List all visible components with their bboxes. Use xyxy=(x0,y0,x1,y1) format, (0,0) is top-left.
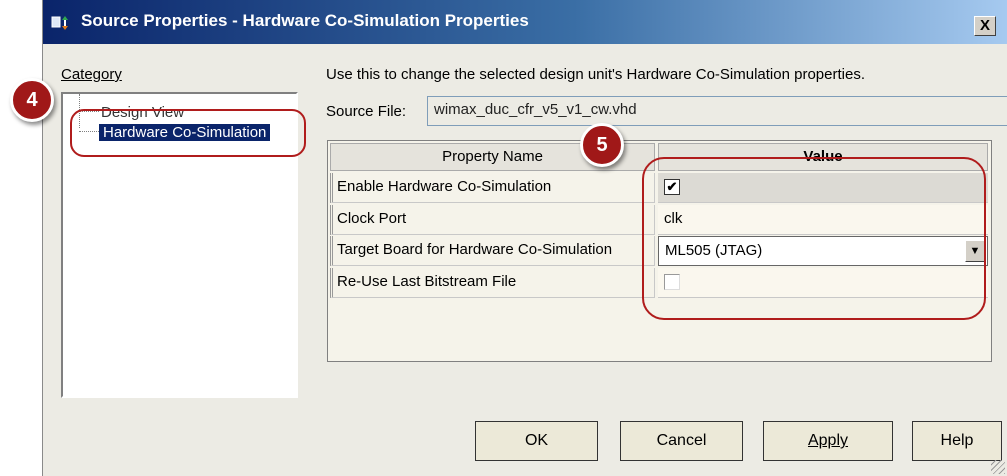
callout-highlight-category xyxy=(70,109,306,157)
title-bar[interactable]: Source Properties - Hardware Co-Simulati… xyxy=(43,0,1007,44)
apply-button[interactable]: Apply xyxy=(763,421,893,461)
property-name-cell: Re-Use Last Bitstream File xyxy=(330,268,655,298)
property-name-cell: Target Board for Hardware Co-Simulation xyxy=(330,236,655,266)
ok-button[interactable]: OK xyxy=(475,421,598,461)
callout-highlight-values xyxy=(642,157,986,320)
resize-grip[interactable] xyxy=(991,460,1005,474)
category-label: Category xyxy=(61,66,122,83)
property-name-cell: Clock Port xyxy=(330,205,655,235)
close-button[interactable]: X xyxy=(974,16,996,36)
app-icon xyxy=(51,16,68,30)
property-name-cell: Enable Hardware Co-Simulation xyxy=(330,173,655,203)
step-marker-5: 5 xyxy=(580,123,624,167)
step-marker-4: 4 xyxy=(10,78,54,122)
help-button[interactable]: Help xyxy=(912,421,1002,461)
window-title: Source Properties - Hardware Co-Simulati… xyxy=(81,11,529,30)
source-file-label: Source File: xyxy=(326,103,407,120)
description-text: Use this to change the selected design u… xyxy=(326,66,865,83)
cancel-button[interactable]: Cancel xyxy=(620,421,743,461)
source-file-field: wimax_duc_cfr_v5_v1_cw.vhd xyxy=(427,96,1007,126)
